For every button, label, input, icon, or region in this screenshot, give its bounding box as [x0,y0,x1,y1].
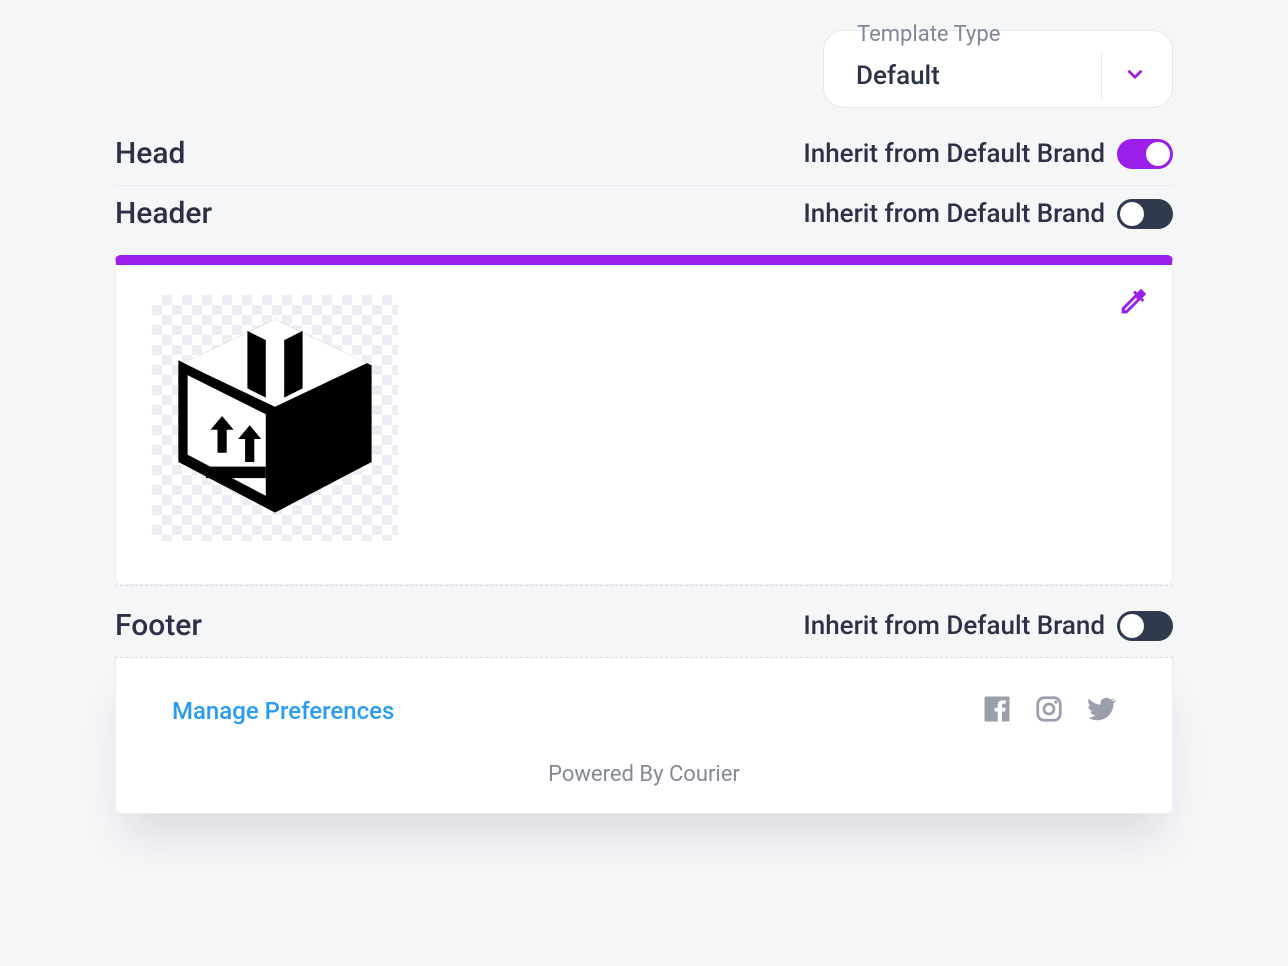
facebook-icon[interactable] [982,694,1012,728]
header-inherit-toggle[interactable] [1117,199,1173,229]
template-type-label: Template Type [853,22,1004,47]
manage-preferences-link[interactable]: Manage Preferences [172,697,394,725]
package-box-icon [160,301,390,535]
footer-title: Footer [115,608,202,643]
chevron-down-icon [1122,61,1148,91]
footer-inherit-toggle[interactable] [1117,611,1173,641]
eyedropper-icon [1116,304,1150,323]
footer-preview-card: Manage Preferences Powered By Courier [115,658,1173,814]
template-type-select[interactable]: Template Type Default [823,30,1173,108]
footer-section-row: Footer Inherit from Default Brand [115,586,1173,658]
template-type-value: Default [856,61,940,91]
powered-by-text: Powered By Courier [172,762,1116,787]
header-title: Header [115,196,212,231]
header-preview-card [115,255,1173,585]
head-inherit-label: Inherit from Default Brand [803,139,1105,169]
header-section-row: Header Inherit from Default Brand [115,186,1173,245]
head-section-row: Head Inherit from Default Brand [115,126,1173,186]
head-title: Head [115,136,185,171]
instagram-icon[interactable] [1034,694,1064,728]
head-inherit-toggle[interactable] [1117,139,1173,169]
header-logo-preview[interactable] [152,295,398,541]
twitter-icon[interactable] [1086,694,1116,728]
header-inherit-label: Inherit from Default Brand [803,199,1105,229]
footer-inherit-label: Inherit from Default Brand [803,611,1105,641]
social-icons [982,694,1116,728]
color-picker-button[interactable] [1116,285,1150,323]
